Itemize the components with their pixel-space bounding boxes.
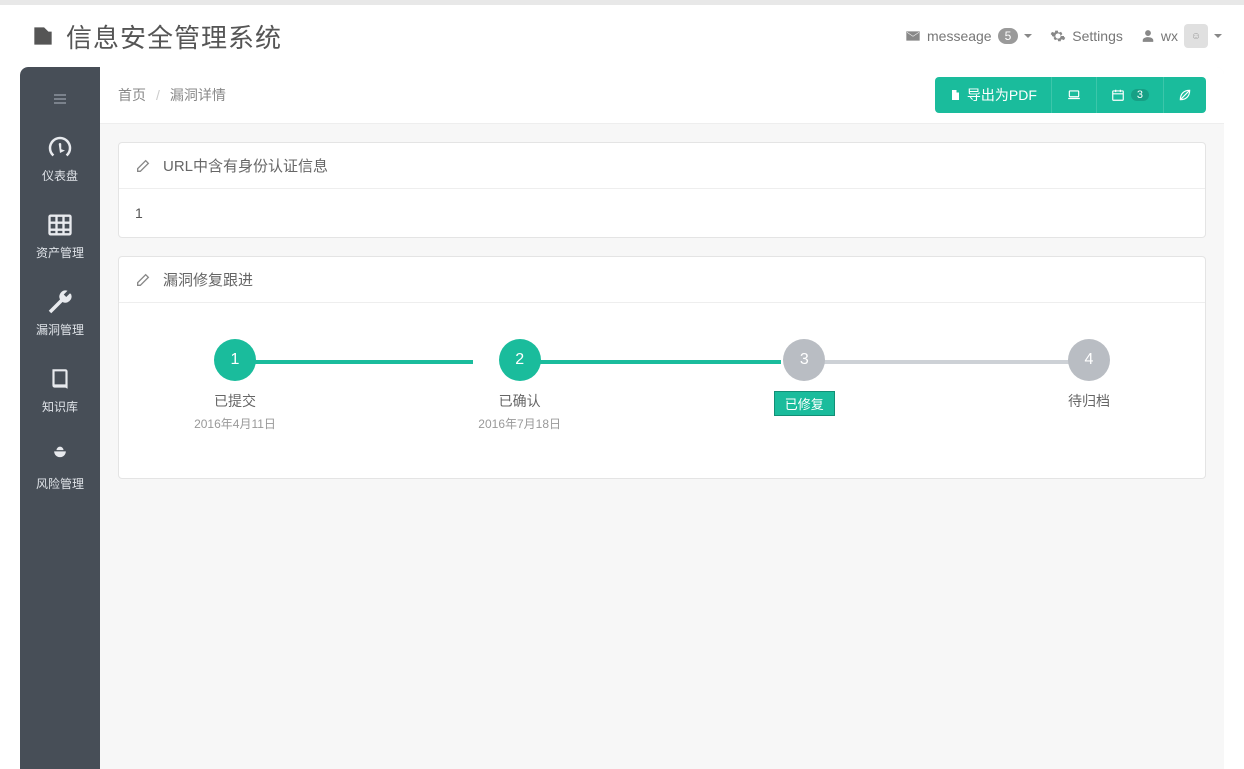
gear-icon bbox=[1050, 28, 1066, 44]
step-number: 3 bbox=[783, 339, 825, 381]
messages-label: messeage bbox=[927, 28, 992, 44]
main-content: 首页 / 漏洞详情 导出为PDF bbox=[100, 67, 1224, 769]
sidebar-item-label: 风险管理 bbox=[36, 475, 84, 492]
calendar-badge: 3 bbox=[1131, 89, 1149, 101]
edit-icon bbox=[135, 158, 151, 174]
sidebar-item-vuln[interactable]: 漏洞管理 bbox=[20, 281, 100, 344]
step-number: 4 bbox=[1068, 339, 1110, 381]
sidebar-item-dashboard[interactable]: 仪表盘 bbox=[20, 127, 100, 190]
breadcrumb-sep: / bbox=[156, 87, 160, 103]
chevron-down-icon bbox=[1214, 34, 1222, 38]
panel-head: URL中含有身份认证信息 bbox=[119, 143, 1205, 189]
step-archive[interactable]: 4 待归档 bbox=[1029, 339, 1149, 411]
panel-vuln-info: URL中含有身份认证信息 1 bbox=[118, 142, 1206, 238]
export-pdf-label: 导出为PDF bbox=[967, 85, 1037, 105]
panel-body-text: 1 bbox=[135, 205, 143, 221]
crumb-bar: 首页 / 漏洞详情 导出为PDF bbox=[100, 67, 1224, 124]
sidebar-item-label: 资产管理 bbox=[36, 244, 84, 261]
breadcrumb-home[interactable]: 首页 bbox=[118, 85, 146, 105]
sidebar-item-risk[interactable]: 风险管理 bbox=[20, 435, 100, 498]
sidebar: 仪表盘 资产管理 漏洞管理 知识库 风险管理 bbox=[20, 67, 100, 769]
app-body: 仪表盘 资产管理 漏洞管理 知识库 风险管理 bbox=[20, 67, 1224, 769]
panel-progress: 漏洞修复跟进 1 已提交 2016年4月11日 2 已确认 bbox=[118, 256, 1206, 479]
action-bar: 导出为PDF 3 bbox=[935, 77, 1206, 113]
leaf-icon bbox=[1178, 88, 1192, 102]
panel-head: 漏洞修复跟进 bbox=[119, 257, 1205, 303]
sidebar-item-kb[interactable]: 知识库 bbox=[20, 358, 100, 421]
chevron-down-icon bbox=[1024, 34, 1032, 38]
brand: 信息安全管理系统 bbox=[30, 18, 282, 55]
sidebar-item-label: 漏洞管理 bbox=[36, 321, 84, 338]
settings-link[interactable]: Settings bbox=[1050, 28, 1123, 44]
bug-icon bbox=[45, 441, 75, 471]
step-number: 1 bbox=[214, 339, 256, 381]
user-name: wx bbox=[1161, 28, 1178, 44]
brand-title: 信息安全管理系统 bbox=[66, 18, 282, 55]
file-icon bbox=[949, 88, 961, 102]
step-fixed[interactable]: 3 已修复 bbox=[744, 339, 864, 416]
step-badge: 已修复 bbox=[774, 391, 835, 416]
avatar: ☺ bbox=[1184, 24, 1208, 48]
envelope-icon bbox=[905, 28, 921, 44]
sidebar-item-label: 仪表盘 bbox=[42, 167, 78, 184]
calendar-button[interactable]: 3 bbox=[1097, 77, 1164, 113]
brand-icon bbox=[30, 23, 56, 49]
step-number: 2 bbox=[499, 339, 541, 381]
menu-toggle-button[interactable] bbox=[44, 85, 76, 113]
step-date: 2016年4月11日 bbox=[194, 415, 276, 432]
messages-count-badge: 5 bbox=[998, 28, 1019, 44]
breadcrumb: 首页 / 漏洞详情 bbox=[118, 85, 226, 105]
messages-menu[interactable]: messeage 5 bbox=[905, 28, 1032, 44]
user-menu[interactable]: wx ☺ bbox=[1141, 24, 1222, 48]
panel-title: URL中含有身份认证信息 bbox=[163, 155, 328, 176]
sidebar-item-label: 知识库 bbox=[42, 398, 78, 415]
leaf-button[interactable] bbox=[1164, 77, 1206, 113]
settings-label: Settings bbox=[1072, 28, 1123, 44]
steps-container: 1 已提交 2016年4月11日 2 已确认 2016年7月18日 3 已修复 bbox=[135, 319, 1189, 462]
wrench-icon bbox=[45, 287, 75, 317]
step-confirmed[interactable]: 2 已确认 2016年7月18日 bbox=[460, 339, 580, 432]
laptop-icon bbox=[1066, 88, 1082, 102]
laptop-button[interactable] bbox=[1052, 77, 1097, 113]
step-date: 2016年7月18日 bbox=[478, 415, 561, 432]
panel-body: 1 已提交 2016年4月11日 2 已确认 2016年7月18日 3 已修复 bbox=[119, 303, 1205, 478]
export-pdf-button[interactable]: 导出为PDF bbox=[935, 77, 1052, 113]
step-label: 待归档 bbox=[1068, 391, 1110, 411]
app-header: 信息安全管理系统 messeage 5 Settings wx ☺ bbox=[0, 5, 1244, 67]
dashboard-icon bbox=[45, 133, 75, 163]
step-label: 已确认 bbox=[499, 391, 541, 411]
step-label: 已提交 bbox=[214, 391, 256, 411]
step-submitted[interactable]: 1 已提交 2016年4月11日 bbox=[175, 339, 295, 432]
edit-icon bbox=[135, 272, 151, 288]
panel-title: 漏洞修复跟进 bbox=[163, 269, 253, 290]
panel-body: 1 bbox=[119, 189, 1205, 237]
grid-icon bbox=[45, 210, 75, 240]
header-right: messeage 5 Settings wx ☺ bbox=[905, 24, 1222, 48]
breadcrumb-current: 漏洞详情 bbox=[170, 85, 226, 105]
book-icon bbox=[45, 364, 75, 394]
sidebar-item-assets[interactable]: 资产管理 bbox=[20, 204, 100, 267]
user-icon bbox=[1141, 29, 1155, 43]
calendar-icon bbox=[1111, 88, 1125, 102]
